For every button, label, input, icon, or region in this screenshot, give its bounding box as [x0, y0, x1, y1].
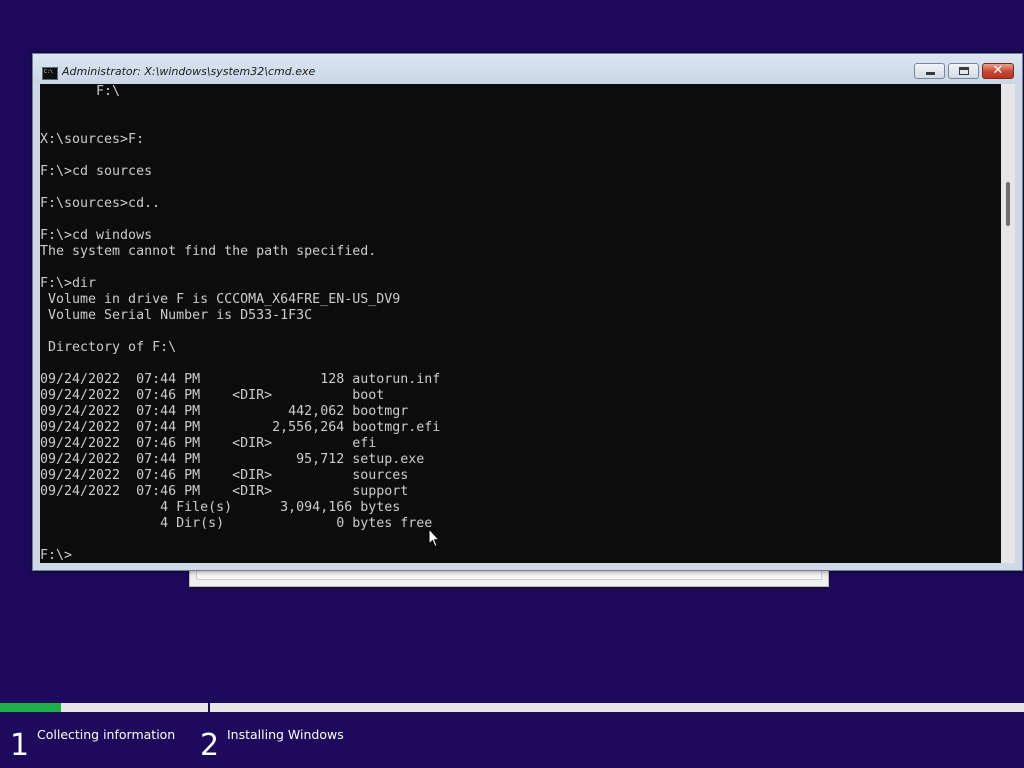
cmd-icon[interactable] [42, 67, 58, 80]
step-label: Collecting information [37, 727, 176, 742]
console-text: F:\ X:\sources>F: F:\>cd sources F:\sour… [40, 84, 440, 563]
minimize-icon [926, 72, 935, 75]
console-line: 4 File(s) 3,094,166 bytes [40, 500, 401, 515]
console-line: 09/24/2022 07:46 PM <DIR> boot [40, 388, 385, 403]
vertical-scrollbar[interactable] [1001, 84, 1015, 563]
console-line: 09/24/2022 07:44 PM 128 autorun.inf [40, 372, 441, 387]
console-line: F:\> [40, 548, 73, 563]
title-bar[interactable]: Administrator: X:\windows\system32\cmd.e… [33, 54, 1022, 84]
step-number: 1 [10, 728, 30, 763]
console-line: 09/24/2022 07:46 PM <DIR> support [40, 484, 409, 499]
console-line: Directory of F:\ [40, 340, 177, 355]
close-icon: ✕ [992, 63, 1004, 78]
windows-setup-screen: Administrator: X:\windows\system32\cmd.e… [0, 0, 1024, 768]
console-line: F:\>dir [40, 276, 97, 291]
scrollbar-thumb[interactable] [1006, 182, 1010, 226]
maximize-button[interactable] [948, 63, 979, 79]
setup-progress-bar [0, 703, 1024, 717]
console-line: F:\sources>cd.. [40, 196, 161, 211]
console-line: F:\ [40, 84, 121, 99]
console-line: F:\>cd sources [40, 164, 153, 179]
console-line: F:\>cd windows [40, 228, 153, 243]
console-line: 4 Dir(s) 0 bytes free [40, 516, 433, 531]
console-line: X:\sources>F: [40, 132, 145, 147]
console-output[interactable]: F:\ X:\sources>F: F:\>cd sources F:\sour… [40, 84, 1001, 563]
console-line: 09/24/2022 07:46 PM <DIR> sources [40, 468, 409, 483]
console-line: Volume in drive F is CCCOMA_X64FRE_EN-US… [40, 292, 401, 307]
maximize-icon [959, 67, 969, 75]
close-button[interactable]: ✕ [982, 63, 1014, 79]
console-line: Volume Serial Number is D533-1F3C [40, 308, 313, 323]
cmd-window[interactable]: Administrator: X:\windows\system32\cmd.e… [32, 53, 1023, 571]
console-line: The system cannot find the path specifie… [40, 244, 377, 259]
minimize-button[interactable] [914, 63, 945, 79]
progress-step-divider [208, 703, 210, 717]
console-line: 09/24/2022 07:46 PM <DIR> efi [40, 436, 377, 451]
console-line: 09/24/2022 07:44 PM 2,556,264 bootmgr.ef… [40, 420, 441, 435]
mouse-pointer-icon [428, 528, 440, 548]
window-title: Administrator: X:\windows\system32\cmd.e… [62, 65, 316, 78]
step-label: Installing Windows [227, 727, 344, 742]
step-number: 2 [200, 728, 220, 763]
console-line: 09/24/2022 07:44 PM 95,712 setup.exe [40, 452, 425, 467]
console-line: 09/24/2022 07:44 PM 442,062 bootmgr [40, 404, 409, 419]
setup-progress-fill [0, 703, 62, 712]
